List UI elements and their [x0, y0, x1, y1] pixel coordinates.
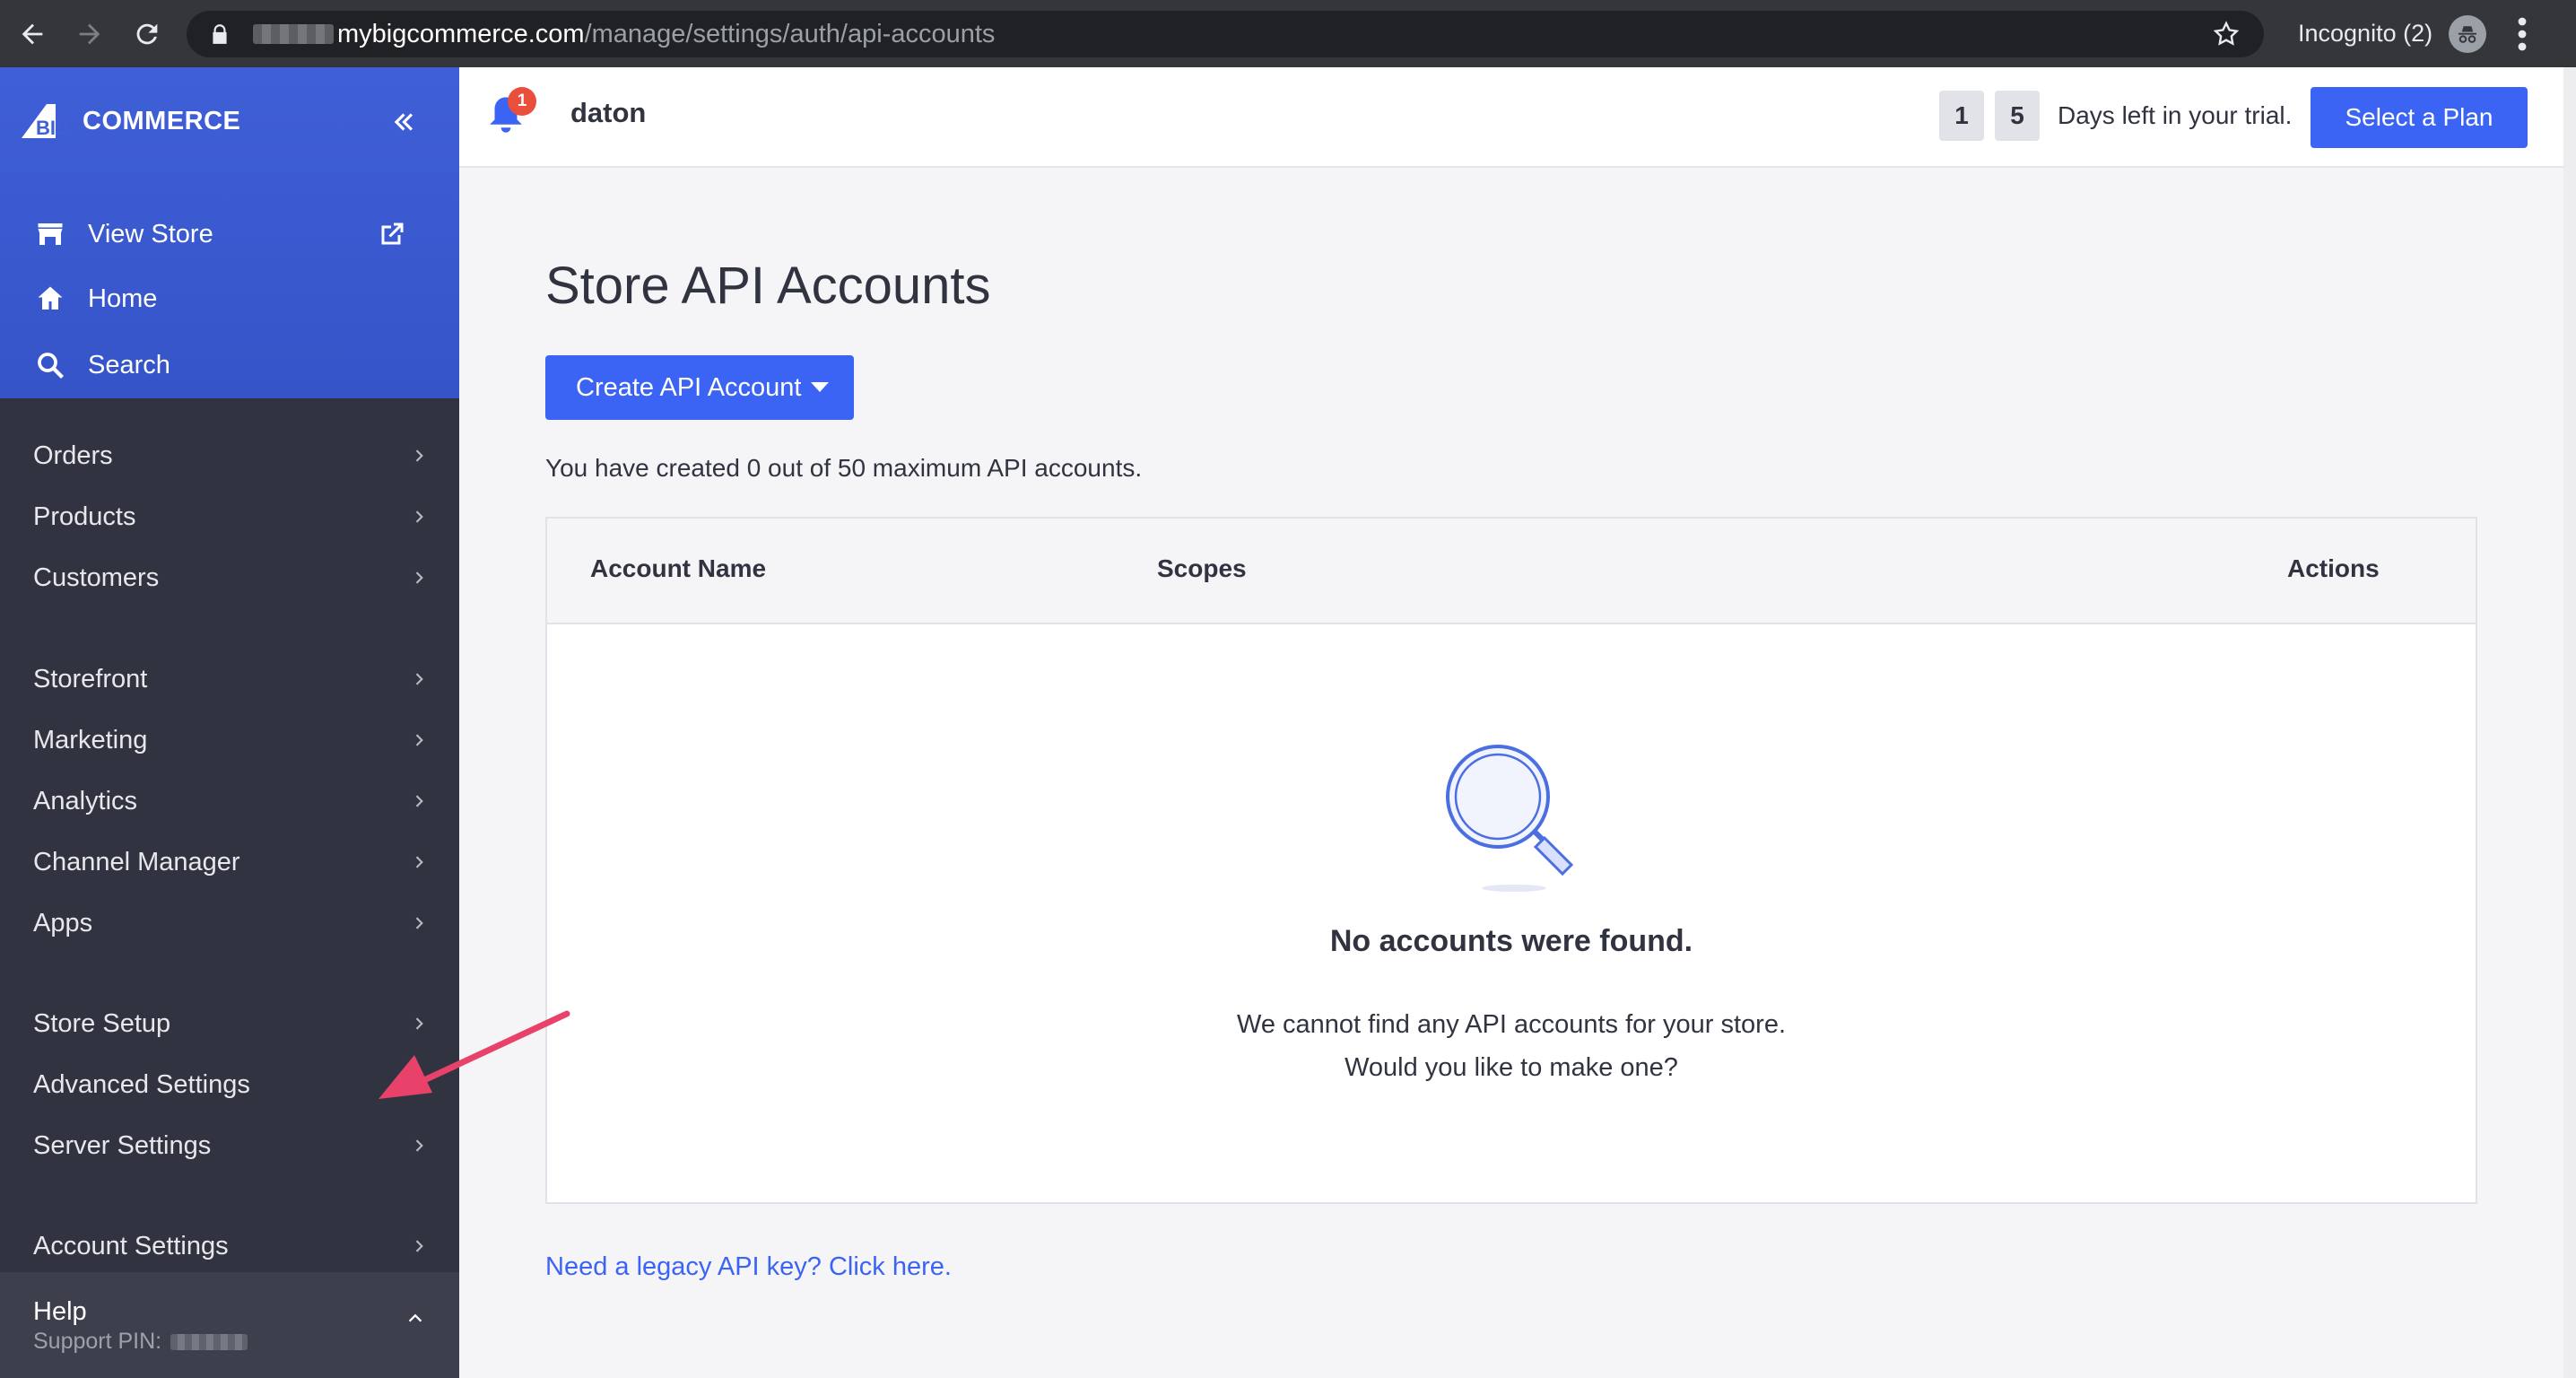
empty-state-title: No accounts were found.	[1329, 924, 1693, 958]
chevron-up-icon[interactable]	[405, 1308, 425, 1328]
chevron-right-icon	[415, 571, 423, 584]
sidebar-item-label: Storefront	[33, 664, 148, 693]
sidebar-item-marketing[interactable]: Marketing	[33, 715, 428, 765]
sidebar-item-view-store[interactable]: View Store	[34, 209, 429, 259]
magnifying-glass-icon	[1446, 745, 1574, 892]
arrow-left-icon	[22, 23, 43, 45]
chevron-right-icon	[415, 1240, 423, 1252]
column-scopes: Scopes	[1157, 554, 1247, 582]
storefront-icon	[38, 223, 63, 245]
trial-digit: 1	[1939, 91, 1984, 141]
sidebar-item-products[interactable]: Products	[33, 492, 428, 542]
sidebar-item-account-settings[interactable]: Account Settings	[33, 1221, 428, 1271]
back-button[interactable]	[7, 9, 57, 59]
browser-toolbar: mybigcommerce.com /manage/settings/auth/…	[0, 0, 2576, 67]
sidebar-item-label: Analytics	[33, 786, 138, 815]
arrow-right-icon	[79, 23, 100, 45]
sidebar-item-customers[interactable]: Customers	[33, 553, 428, 603]
bigcommerce-logo[interactable]: BIG COMMERCE	[20, 94, 240, 148]
sidebar-header: BIG COMMERCE View Store Home Search	[0, 67, 459, 398]
api-accounts-table: Account Name Scopes Actions No accounts …	[545, 517, 2477, 1204]
create-api-account-button[interactable]: Create API Account	[545, 355, 854, 420]
annotation-arrow	[379, 1010, 570, 1099]
sidebar-item-apps[interactable]: Apps	[33, 898, 428, 948]
chevron-right-icon	[415, 856, 423, 868]
lock-icon	[213, 24, 227, 44]
sidebar: BIG COMMERCE View Store Home Search Orde…	[0, 67, 459, 1378]
url-host: mybigcommerce.com	[337, 19, 585, 48]
chevron-right-icon	[415, 673, 423, 685]
sidebar-item-label: Products	[33, 501, 136, 531]
url-path: /manage/settings/auth/api-accounts	[584, 19, 996, 48]
reload-button[interactable]	[122, 9, 172, 59]
help-section[interactable]: Help Support PIN:	[0, 1272, 459, 1378]
sidebar-item-label: View Store	[88, 219, 213, 249]
sidebar-item-label: Server Settings	[33, 1130, 212, 1160]
page-title: Store API Accounts	[545, 257, 991, 315]
collapse-sidebar-icon[interactable]	[387, 107, 418, 137]
forward-button[interactable]	[65, 9, 115, 59]
url-redacted	[253, 24, 334, 44]
sidebar-item-orders[interactable]: Orders	[33, 431, 428, 481]
help-label: Help	[33, 1297, 87, 1326]
table-header: Account Name Scopes Actions	[547, 519, 2476, 624]
sidebar-item-label: Store Setup	[33, 1008, 171, 1038]
notification-badge: 1	[508, 87, 536, 116]
sidebar-item-search[interactable]: Search	[34, 340, 429, 390]
incognito-icon	[2449, 14, 2487, 53]
logo-text: COMMERCE	[83, 106, 241, 135]
sidebar-item-storefront[interactable]: Storefront	[33, 654, 428, 704]
logo-mark-icon: BIG	[22, 104, 71, 139]
sidebar-item-label: Account Settings	[33, 1231, 229, 1260]
sidebar-item-analytics[interactable]: Analytics	[33, 776, 428, 826]
browser-menu-icon[interactable]	[2511, 16, 2533, 52]
address-bar[interactable]: mybigcommerce.com /manage/settings/auth/…	[187, 11, 2264, 57]
sidebar-item-label: Advanced Settings	[33, 1069, 250, 1099]
support-pin-label: Support PIN:	[33, 1329, 162, 1354]
caret-down-icon[interactable]	[811, 382, 829, 392]
sidebar-item-label: Channel Manager	[33, 847, 240, 877]
quota-text: You have created 0 out of 50 maximum API…	[545, 454, 1143, 482]
chevron-right-icon	[415, 449, 423, 462]
search-icon	[38, 353, 64, 379]
empty-state-text: We cannot find any API accounts for your…	[1236, 1010, 1787, 1039]
sidebar-item-label: Orders	[33, 440, 113, 470]
trial-digit: 5	[1995, 91, 2040, 141]
select-plan-button[interactable]: Select a Plan	[2311, 87, 2528, 148]
empty-state-text: Would you like to make one?	[1345, 1053, 1678, 1082]
store-name: daton	[570, 97, 647, 128]
sidebar-item-channel-manager[interactable]: Channel Manager	[33, 837, 428, 887]
sidebar-item-label: Search	[88, 350, 170, 379]
bookmark-star-icon[interactable]	[2212, 20, 2241, 48]
sidebar-item-home[interactable]: Home	[34, 274, 429, 324]
logo-prefix: BIG	[36, 117, 71, 139]
chevron-right-icon	[415, 1139, 423, 1152]
chevron-right-icon	[415, 734, 423, 746]
home-icon	[38, 286, 63, 310]
column-actions: Actions	[2287, 554, 2380, 582]
sidebar-item-label: Customers	[33, 563, 160, 592]
column-account-name[interactable]: Account Name	[590, 554, 766, 583]
chevron-right-icon	[415, 510, 423, 523]
top-header: 1 daton 1 5 Days left in your trial. Sel…	[459, 67, 2563, 168]
chevron-right-icon	[415, 795, 423, 807]
profile-button[interactable]: Incognito (2)	[2298, 0, 2487, 67]
trial-text: Days left in your trial.	[2058, 101, 2293, 129]
support-pin-redacted	[170, 1333, 248, 1350]
sidebar-item-label: Home	[88, 283, 158, 313]
external-link-icon[interactable]	[375, 219, 407, 251]
support-pin: Support PIN:	[33, 1329, 248, 1355]
chevron-right-icon	[415, 917, 423, 929]
profile-label: Incognito (2)	[2298, 20, 2433, 47]
sidebar-item-server-settings[interactable]: Server Settings	[33, 1121, 428, 1171]
sidebar-item-label: Apps	[33, 908, 93, 938]
reload-icon	[136, 23, 158, 45]
sidebar-item-label: Marketing	[33, 725, 148, 754]
legacy-api-key-link[interactable]: Need a legacy API key? Click here.	[545, 1252, 952, 1282]
trial-counter: 1 5 Days left in your trial.	[1939, 91, 2292, 141]
create-api-account-label: Create API Account	[576, 372, 802, 402]
page-scrollbar[interactable]	[2563, 67, 2576, 1378]
